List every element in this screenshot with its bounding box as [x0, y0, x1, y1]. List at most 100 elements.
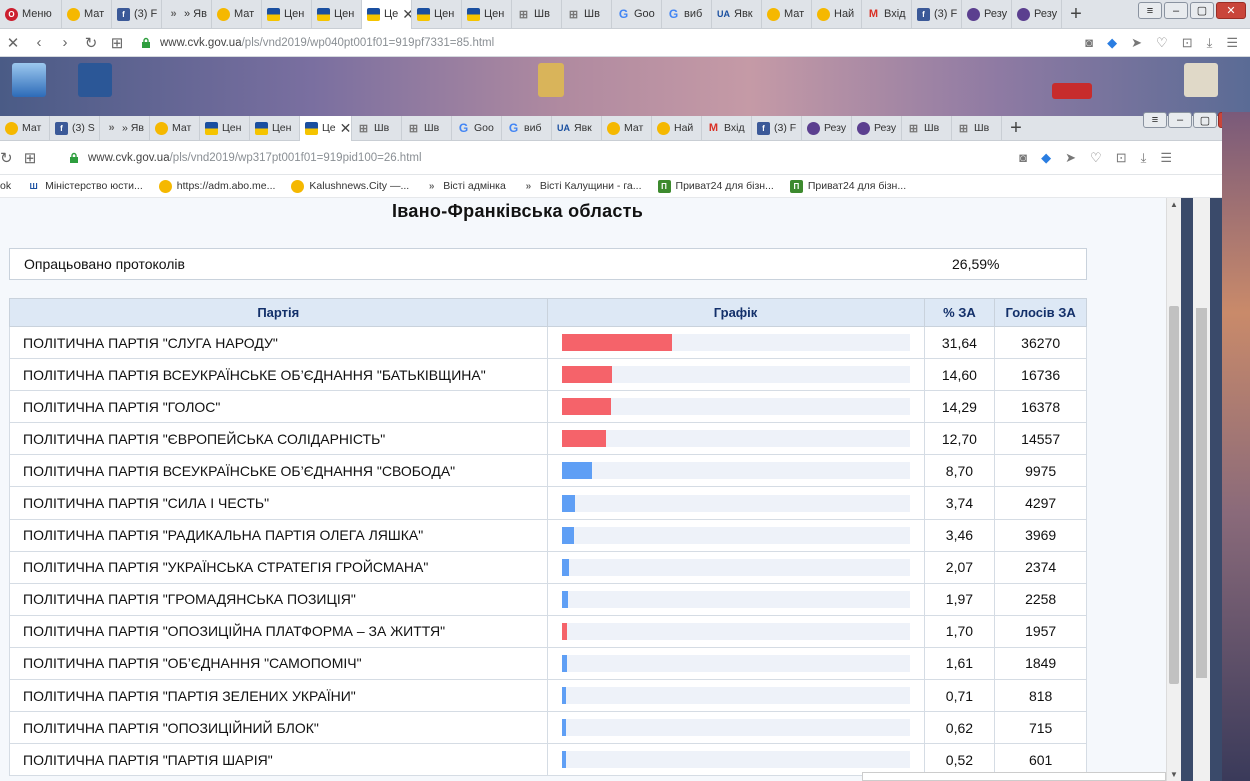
bookmark-item[interactable]: Kalushnews.City —... [291, 179, 409, 193]
front-window-tab[interactable]: Gвиб [502, 115, 552, 141]
maximize-icon[interactable]: ▢ [1190, 2, 1214, 19]
back-window-tab[interactable]: Це✕ [362, 0, 412, 29]
party-name: ПОЛІТИЧНА ПАРТІЯ "ПАРТІЯ ЗЕЛЕНИХ УКРАЇНИ… [9, 679, 548, 713]
close-tab-icon[interactable]: ✕ [340, 120, 351, 137]
folder-desktop-icon[interactable] [538, 63, 564, 97]
reload-icon[interactable]: ↻ [0, 149, 13, 167]
back-window-tab[interactable]: Цен [412, 0, 462, 29]
back-window-tab[interactable]: Цен [312, 0, 362, 29]
tab-list-icon[interactable]: ≡ [1138, 2, 1162, 19]
back-window-tab[interactable]: Мат [62, 0, 112, 29]
send-icon[interactable]: ➤ [1065, 150, 1076, 166]
back-window-tab[interactable]: Цен [462, 0, 512, 29]
back-window-tab[interactable]: Мат [212, 0, 262, 29]
scroll-thumb[interactable] [1169, 306, 1179, 684]
front-window-tab[interactable]: M Вхід [702, 115, 752, 141]
minimize-icon[interactable]: – [1168, 112, 1192, 128]
close-tab-icon[interactable]: ✕ [402, 6, 411, 23]
front-window-tab[interactable]: » » Яв [100, 115, 150, 141]
back-window-tab[interactable]: » » Яв [162, 0, 212, 29]
bookmark-item[interactable]: » Вісті Калущини - га... [522, 180, 642, 193]
map-desktop-icon[interactable] [1184, 63, 1218, 97]
header-pct[interactable]: % ЗА [923, 298, 996, 327]
front-window-tab[interactable]: Мат [0, 115, 50, 141]
reload-icon[interactable]: ↻ [78, 34, 104, 52]
scroll-down-icon[interactable]: ▼ [1167, 770, 1181, 779]
bookmark-item[interactable]: » Вісті адмінка [425, 180, 506, 193]
front-window-tab[interactable]: ⊞ Шв [902, 115, 952, 141]
front-url[interactable]: www.cvk.gov.ua/pls/vnd2019/wp317pt001f01… [88, 152, 422, 164]
new-tab-icon[interactable]: + [1002, 116, 1030, 141]
close-window-icon[interactable]: ✕ [1216, 2, 1246, 19]
front-window-tab[interactable]: Най [652, 115, 702, 141]
heart-icon[interactable]: ♡ [1156, 35, 1168, 51]
front-window-tab[interactable]: Мат [150, 115, 200, 141]
back-window-tab[interactable]: O Меню [0, 0, 62, 29]
wallet-icon[interactable]: ⊡ [1116, 150, 1127, 166]
front-window-tab[interactable]: f (3) F [752, 115, 802, 141]
camera-icon[interactable]: ◙ [1085, 35, 1093, 51]
forward-arrow-icon[interactable]: › [52, 34, 78, 51]
bookmark-item[interactable]: https://adm.abo.me... [158, 179, 275, 193]
back-window-tab[interactable]: Цен [262, 0, 312, 29]
heart-icon[interactable]: ♡ [1090, 150, 1102, 166]
header-votes[interactable]: Голосів ЗА [994, 298, 1087, 327]
front-window-tab[interactable]: Резу [802, 115, 852, 141]
front-window-tab[interactable]: UA Явк [552, 115, 602, 141]
back-icon[interactable]: ✕ [0, 34, 26, 52]
word-document-desktop-icon[interactable] [78, 63, 112, 97]
front-window-tab[interactable]: f (3) S [50, 115, 100, 141]
settings-icon[interactable]: ☰ [1160, 150, 1172, 166]
graph-cell [546, 486, 925, 520]
computer-desktop-icon[interactable] [12, 63, 46, 97]
back-url[interactable]: www.cvk.gov.ua/pls/vnd2019/wp040pt001f01… [160, 37, 494, 49]
front-window-tab[interactable]: Це ✕ [300, 115, 352, 141]
shield-icon[interactable]: ◆ [1041, 150, 1051, 166]
camera-icon[interactable]: ◙ [1019, 150, 1027, 166]
news-desktop-icon[interactable] [1052, 83, 1092, 99]
back-window-tab[interactable]: f (3) F [112, 0, 162, 29]
header-graph[interactable]: Графік [546, 298, 925, 327]
bookmark-item[interactable]: П Приват24 для бізн... [657, 179, 774, 193]
outer-scroll-thumb[interactable] [1196, 308, 1207, 678]
back-window-tab[interactable]: Gвиб [662, 0, 712, 29]
download-icon[interactable]: ⤓ [1207, 35, 1213, 51]
back-window-tab[interactable]: UA Явк [712, 0, 762, 29]
bookmark-item[interactable]: ok [0, 180, 11, 192]
back-window-tab[interactable]: ⊞ Шв [512, 0, 562, 29]
settings-icon[interactable]: ☰ [1226, 35, 1238, 51]
scroll-up-icon[interactable]: ▲ [1167, 200, 1181, 209]
back-window-tab[interactable]: M Вхід [862, 0, 912, 29]
bookmark-item[interactable]: П Приват24 для бізн... [789, 179, 906, 193]
tab-list-icon[interactable]: ≡ [1143, 112, 1167, 128]
new-tab-icon[interactable]: + [1062, 0, 1090, 29]
outer-scrollbar[interactable] [1193, 198, 1210, 781]
back-window-tab[interactable]: Резу [962, 0, 1012, 29]
maximize-icon[interactable]: ▢ [1193, 112, 1217, 128]
front-window-tab[interactable]: Цен [250, 115, 300, 141]
back-window-tab[interactable]: Най [812, 0, 862, 29]
header-party[interactable]: Партія [9, 298, 548, 327]
front-window-tab[interactable]: ⊞ Шв [402, 115, 452, 141]
front-window-tab[interactable]: Цен [200, 115, 250, 141]
front-window-tab[interactable]: ⊞ Шв [352, 115, 402, 141]
speed-dial-icon[interactable]: ⊞ [104, 34, 130, 52]
back-window-tab[interactable]: Резу [1012, 0, 1062, 29]
bookmark-item[interactable]: Ш Міністерство юсти... [27, 180, 143, 193]
back-window-tab[interactable]: ⊞ Шв [562, 0, 612, 29]
shield-icon[interactable]: ◆ [1107, 35, 1117, 51]
back-window-tab[interactable]: Мат [762, 0, 812, 29]
back-window-tab[interactable]: G Goo [612, 0, 662, 29]
back-window-tab[interactable]: f (3) F [912, 0, 962, 29]
send-icon[interactable]: ➤ [1131, 35, 1142, 51]
back-arrow-icon[interactable]: ‹ [26, 34, 52, 51]
speed-dial-icon[interactable]: ⊞ [10, 149, 50, 167]
front-window-tab[interactable]: G Goo [452, 115, 502, 141]
front-window-tab[interactable]: Мат [602, 115, 652, 141]
wallet-icon[interactable]: ⊡ [1182, 35, 1193, 51]
minimize-icon[interactable]: – [1164, 2, 1188, 19]
front-window-tab[interactable]: ⊞ Шв [952, 115, 1002, 141]
download-icon[interactable]: ⤓ [1141, 150, 1147, 166]
front-window-tab[interactable]: Резу [852, 115, 902, 141]
page-scrollbar[interactable]: ▲ ▼ [1166, 198, 1181, 781]
